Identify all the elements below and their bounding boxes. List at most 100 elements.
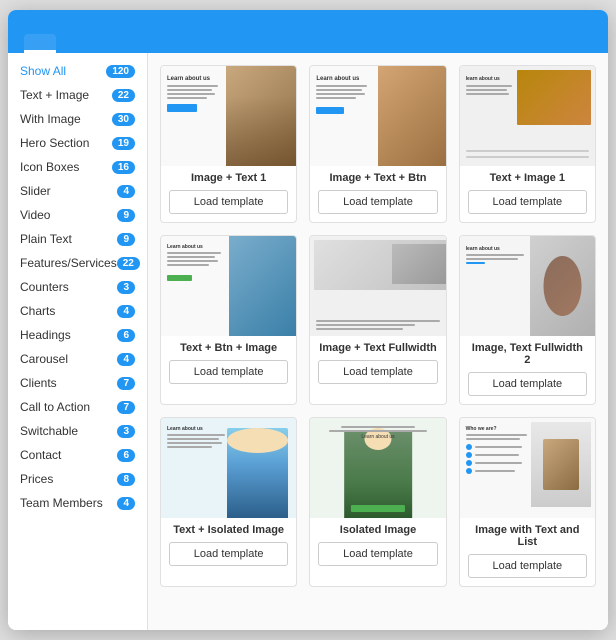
sidebar-item-count: 4: [117, 353, 135, 366]
sidebar-item-label: Plain Text: [20, 232, 72, 246]
sidebar-item-plain-text[interactable]: Plain Text 9: [8, 227, 147, 251]
load-template-button[interactable]: Load template: [169, 360, 288, 384]
template-thumbnail: Learn about us: [310, 418, 445, 518]
tab-engage[interactable]: [24, 34, 56, 53]
header-controls: [566, 20, 592, 24]
sidebar-item-clients[interactable]: Clients 7: [8, 371, 147, 395]
sidebar-item-show-all[interactable]: Show All120: [8, 59, 147, 83]
sidebar-item-label: Carousel: [20, 352, 68, 366]
sidebar-item-label: Slider: [20, 184, 51, 198]
sidebar-item-count: 22: [117, 257, 140, 270]
sidebar-item-label: Prices: [20, 472, 53, 486]
load-template-button[interactable]: Load template: [468, 372, 587, 396]
template-card-5: Image + Text Fullwidth Load template: [309, 235, 446, 405]
template-thumbnail: Learn about us: [161, 236, 296, 336]
template-info: Image + Text Fullwidth Load template: [310, 336, 445, 392]
template-info: Isolated ImageLoad template: [310, 518, 445, 574]
modal-body: Show All120Text + Image22With Image30Her…: [8, 53, 608, 630]
tabs-bar: [8, 34, 608, 53]
sidebar-item-with-image[interactable]: With Image 30: [8, 107, 147, 131]
template-info: Image + Text 1 Load template: [161, 166, 296, 222]
template-thumbnail: Who we are?: [460, 418, 595, 518]
template-info: Text + Image 1Load template: [460, 166, 595, 222]
sidebar-item-switchable[interactable]: Switchable3: [8, 419, 147, 443]
load-template-button[interactable]: Load template: [468, 554, 587, 578]
sidebar-item-count: 16: [112, 161, 135, 174]
load-template-button[interactable]: Load template: [318, 542, 437, 566]
sidebar: Show All120Text + Image22With Image30Her…: [8, 53, 148, 630]
sidebar-item-text---image[interactable]: Text + Image22: [8, 83, 147, 107]
template-card-3: learn about us Text + Image 1Load templa…: [459, 65, 596, 223]
sidebar-item-prices[interactable]: Prices 8: [8, 467, 147, 491]
sidebar-item-label: Features/Services: [20, 256, 117, 270]
sidebar-item-label: Video: [20, 208, 50, 222]
template-card-9: Who we are?: [459, 417, 596, 587]
sidebar-item-count: 30: [112, 113, 135, 126]
minimize-button[interactable]: [566, 20, 574, 24]
template-grid: Learn about us Image + Text 1 Load templa…: [160, 65, 596, 587]
sidebar-item-count: 4: [117, 185, 135, 198]
template-thumbnail: Learn about us: [310, 66, 445, 166]
template-thumbnail: Learn about us: [161, 418, 296, 518]
sidebar-item-label: Charts: [20, 304, 55, 318]
template-info: Text + Btn + ImageLoad template: [161, 336, 296, 392]
sidebar-item-team-members[interactable]: Team Members 4: [8, 491, 147, 515]
sidebar-item-label: Show All: [20, 64, 66, 78]
load-template-button[interactable]: Load template: [318, 360, 437, 384]
sidebar-item-video[interactable]: Video 9: [8, 203, 147, 227]
sidebar-item-count: 3: [117, 281, 135, 294]
sidebar-item-headings[interactable]: Headings 6: [8, 323, 147, 347]
template-name: Image + Text + Btn: [318, 172, 437, 184]
sidebar-item-hero-section[interactable]: Hero Section19: [8, 131, 147, 155]
sidebar-item-charts[interactable]: Charts 4: [8, 299, 147, 323]
sidebar-item-counters[interactable]: Counters3: [8, 275, 147, 299]
templates-modal: Show All120Text + Image22With Image30Her…: [8, 10, 608, 630]
sidebar-item-count: 6: [117, 329, 135, 342]
tab-my-templates[interactable]: [56, 34, 88, 53]
template-card-1: Learn about us Image + Text 1 Load templa…: [160, 65, 297, 223]
sidebar-item-slider[interactable]: Slider 4: [8, 179, 147, 203]
sidebar-item-label: Clients: [20, 376, 57, 390]
sidebar-item-count: 4: [117, 305, 135, 318]
template-info: Image with Text and List Load template: [460, 518, 595, 586]
sidebar-item-label: Switchable: [20, 424, 78, 438]
sidebar-item-label: With Image: [20, 112, 81, 126]
template-name: Image + Text Fullwidth: [318, 342, 437, 354]
load-template-button[interactable]: Load template: [169, 190, 288, 214]
load-template-button[interactable]: Load template: [468, 190, 587, 214]
sidebar-item-label: Headings: [20, 328, 71, 342]
sidebar-item-count: 8: [117, 473, 135, 486]
sidebar-item-call-to-action[interactable]: Call to Action 7: [8, 395, 147, 419]
template-content: Learn about us Image + Text 1 Load templa…: [148, 53, 608, 630]
close-button[interactable]: [584, 20, 592, 24]
sidebar-item-count: 6: [117, 449, 135, 462]
template-name: Image, Text Fullwidth 2: [468, 342, 587, 366]
modal-header: [8, 10, 608, 34]
sidebar-item-label: Team Members: [20, 496, 103, 510]
tab-template-library[interactable]: [88, 34, 120, 53]
template-card-4: Learn about us Text + Btn + ImageLoad te…: [160, 235, 297, 405]
sidebar-item-icon-boxes[interactable]: Icon Boxes 16: [8, 155, 147, 179]
template-card-7: Learn about us Text + Isolated ImageLoad…: [160, 417, 297, 587]
sidebar-item-label: Call to Action: [20, 400, 90, 414]
template-thumbnail: learn about us: [460, 236, 595, 336]
load-template-button[interactable]: Load template: [169, 542, 288, 566]
sidebar-item-features-services[interactable]: Features/Services22: [8, 251, 147, 275]
sidebar-item-label: Text + Image: [20, 88, 89, 102]
sidebar-item-count: 4: [117, 497, 135, 510]
sidebar-item-label: Contact: [20, 448, 61, 462]
template-name: Image with Text and List: [468, 524, 587, 548]
sidebar-item-count: 9: [117, 233, 135, 246]
template-thumbnail: learn about us: [460, 66, 595, 166]
sidebar-item-count: 9: [117, 209, 135, 222]
template-name: Image + Text 1: [169, 172, 288, 184]
load-template-button[interactable]: Load template: [318, 190, 437, 214]
sidebar-item-count: 19: [112, 137, 135, 150]
template-info: Text + Isolated ImageLoad template: [161, 518, 296, 574]
sidebar-item-carousel[interactable]: Carousel 4: [8, 347, 147, 371]
template-thumbnail: Learn about us: [161, 66, 296, 166]
sidebar-item-contact[interactable]: Contact 6: [8, 443, 147, 467]
sidebar-item-label: Icon Boxes: [20, 160, 79, 174]
sidebar-item-count: 7: [117, 377, 135, 390]
sidebar-item-count: 7: [117, 401, 135, 414]
